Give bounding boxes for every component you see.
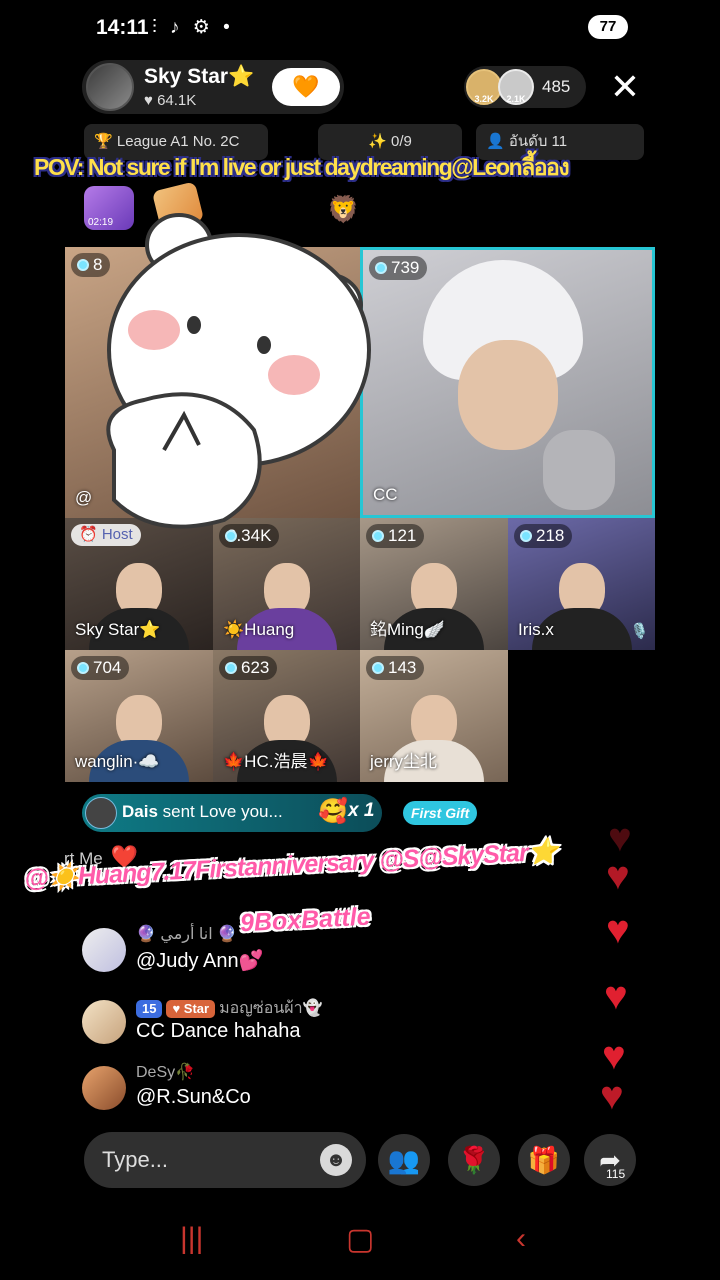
- rose-gift-button[interactable]: 🌹: [448, 1134, 500, 1186]
- guest-tile[interactable]: 739 CC: [360, 247, 655, 518]
- chat-text: @Judy Ann💕: [136, 950, 264, 972]
- top-viewer-avatar[interactable]: 2.1K: [498, 69, 534, 105]
- viewer-count[interactable]: 485: [542, 77, 570, 97]
- bottom-bar: Type... ☻ 👥 🌹 🎁 ➦ 115: [0, 1130, 720, 1190]
- gift-button[interactable]: 🎁: [518, 1134, 570, 1186]
- chat-username-row[interactable]: 15 ♥ Star มอญซ่อนผ้า👻: [136, 996, 323, 1021]
- guest-tile[interactable]: 143 jerry尘北: [360, 650, 508, 782]
- first-gift-badge: First Gift: [403, 801, 478, 825]
- guest-name: CC: [373, 485, 398, 504]
- guest-tile[interactable]: 623 🍁HC.浩晨🍁: [213, 650, 360, 782]
- heart-icon: ♥: [608, 816, 632, 860]
- guests-button[interactable]: 👥: [378, 1134, 430, 1186]
- battery-icon: 77: [588, 15, 628, 39]
- chat-text: CC Dance hahaha: [136, 1020, 301, 1042]
- emoji-icon[interactable]: ☻: [320, 1144, 352, 1176]
- gem-count: 143: [366, 656, 425, 680]
- guest-name: 🍁HC.浩晨🍁: [223, 752, 329, 771]
- host-info[interactable]: Sky Star⭐ ♥ 64.1K 🧡 14: [82, 60, 344, 114]
- gift-sender: Dais: [122, 802, 158, 821]
- mic-muted-icon: 🎙️: [630, 623, 649, 640]
- level-badge: 15: [136, 1000, 163, 1018]
- caption-overlay: POV: Not sure if I'm live or just daydre…: [34, 154, 570, 180]
- avatar[interactable]: [82, 928, 126, 972]
- guest-name: jerry尘北: [370, 752, 438, 771]
- comment-input[interactable]: Type... ☻: [84, 1132, 366, 1188]
- heart-icon: ♥: [600, 1074, 624, 1118]
- chat-username[interactable]: DeSy🥀: [136, 1062, 195, 1082]
- bear-sticker: [106, 213, 371, 529]
- viewer-list[interactable]: 3.2K 2.1K 485: [464, 66, 586, 108]
- gem-count: 218: [514, 524, 573, 548]
- share-count: 115: [606, 1167, 626, 1181]
- avatar[interactable]: [82, 1066, 126, 1110]
- comment-placeholder: Type...: [102, 1147, 169, 1172]
- gift-notification: Dais sent Love you... 🥰 x 1: [82, 794, 382, 832]
- gift-icon: 🎁: [527, 1145, 561, 1175]
- guest-name: 銘Ming🪽: [370, 620, 446, 639]
- follow-button[interactable]: 🧡 14: [272, 68, 340, 106]
- guest-tile[interactable]: 704 wanglin·☁️: [65, 650, 213, 782]
- guest-video: [457, 340, 558, 450]
- league-label: League A1 No. 2C: [116, 133, 240, 150]
- host-name: Sky Star⭐: [144, 65, 255, 88]
- guest-name: wanglin·☁️: [75, 752, 160, 771]
- status-time: 14:11: [96, 16, 149, 39]
- gift-text: Dais sent Love you...: [122, 802, 283, 822]
- fan-badge: ♥ Star: [166, 1000, 216, 1018]
- heart-icon: ♥: [606, 854, 630, 898]
- gift-multiplier: x 1: [348, 800, 375, 821]
- guest-name: Sky Star⭐: [75, 620, 161, 639]
- love-gift-icon: 🥰: [318, 798, 348, 825]
- gift-action: sent Love you...: [157, 802, 283, 821]
- home-icon[interactable]: ▢: [346, 1222, 374, 1257]
- people-icon: 👥: [387, 1145, 421, 1175]
- host-likes: ♥ 64.1K: [144, 92, 197, 109]
- rank-label: อันดับ 11: [508, 133, 568, 150]
- heart-icon: ♥: [606, 908, 630, 952]
- gem-count: 121: [366, 524, 425, 548]
- chat-text: @R.Sun&Co: [136, 1086, 251, 1108]
- progress-label: 0/9: [391, 133, 412, 150]
- heart-icon: ♥: [602, 1034, 626, 1078]
- follow-count: 14: [300, 95, 312, 106]
- top-viewer-avatar[interactable]: 3.2K: [466, 69, 502, 105]
- recent-apps-icon[interactable]: |||: [180, 1222, 203, 1256]
- chat-username[interactable]: มอญซ่อนผ้า👻: [219, 1000, 322, 1017]
- host-avatar[interactable]: [86, 63, 134, 111]
- avatar-icon: 👤: [486, 133, 509, 150]
- back-icon[interactable]: ‹: [516, 1222, 526, 1256]
- guest-tile[interactable]: 218 Iris.x 🎙️: [508, 518, 655, 650]
- gem-count: 704: [71, 656, 130, 680]
- floating-hearts: ♥ ♥ ♥ ♥ ♥ ♥: [600, 818, 660, 1118]
- guest-tile[interactable]: 121 銘Ming🪽: [360, 518, 508, 650]
- microphone-icon: [543, 430, 615, 510]
- sparkle-icon: ✨: [368, 133, 391, 150]
- notification-icons: ⫶ ♪ ⚙ •: [152, 17, 234, 38]
- caption-overlay: 9BoxBattle: [239, 902, 372, 938]
- gem-count: 739: [369, 256, 428, 280]
- rose-icon: 🌹: [457, 1145, 491, 1175]
- system-nav-bar: ||| ▢ ‹: [0, 1212, 720, 1272]
- close-icon[interactable]: ✕: [606, 68, 644, 106]
- chat-username[interactable]: 🔮 انا أرمي 🔮: [136, 924, 237, 944]
- sender-avatar: [85, 797, 117, 829]
- status-bar: 14:11 ⫶ ♪ ⚙ • 77: [0, 0, 720, 56]
- trophy-icon: 🏆: [94, 133, 117, 150]
- heart-icon: ♥: [604, 974, 628, 1018]
- avatar[interactable]: [82, 1000, 126, 1044]
- guest-name: Iris.x: [518, 620, 554, 639]
- gem-count: 623: [219, 656, 278, 680]
- guest-name: ☀️Huang: [223, 620, 295, 639]
- share-button[interactable]: ➦ 115: [584, 1134, 636, 1186]
